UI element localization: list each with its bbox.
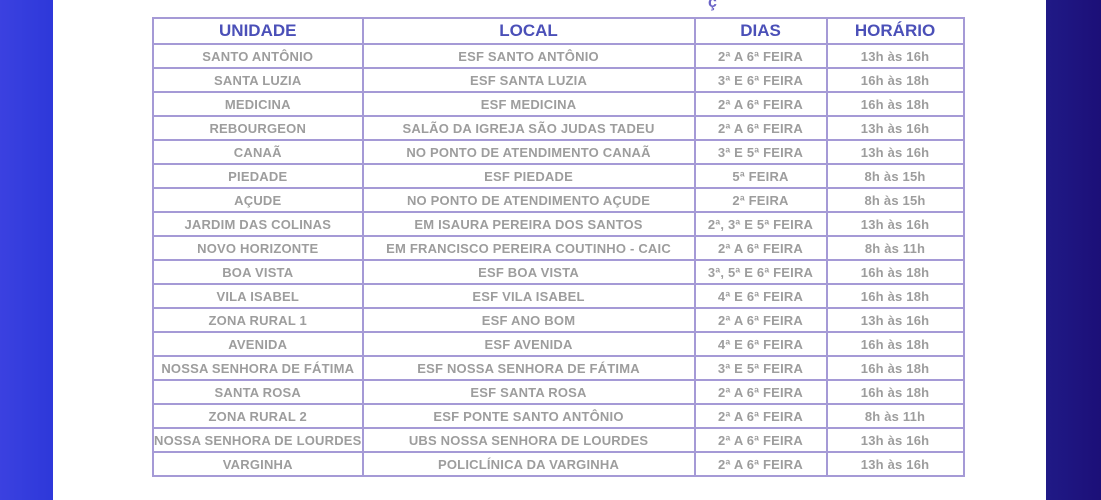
- cell-dias: 2ª A 6ª FEIRA: [693, 235, 828, 261]
- cell-local: ESF SANTA LUZIA: [361, 67, 696, 93]
- cell-local: POLICLÍNICA DA VARGINHA: [361, 451, 696, 477]
- schedule-table: UNIDADE LOCAL DIAS HORÁRIO SANTO ANTÔNIO…: [152, 17, 965, 477]
- table-row: VILA ISABEL ESF VILA ISABEL 4ª E 6ª FEIRA 1…: [152, 283, 965, 309]
- cell-dias: 3ª E 5ª FEIRA: [693, 139, 828, 165]
- cell-unidade: NOVO HORIZONTE: [152, 235, 364, 261]
- cell-unidade: SANTA LUZIA: [152, 67, 364, 93]
- cell-dias: 3ª, 5ª E 6ª FEIRA: [693, 259, 828, 285]
- cell-horario: 13h às 16h: [825, 451, 965, 477]
- cell-dias: 2ª A 6ª FEIRA: [693, 379, 828, 405]
- cell-horario: 8h às 15h: [825, 187, 965, 213]
- column-header-horario: HORÁRIO: [825, 17, 965, 45]
- cell-local: ESF ANO BOM: [361, 307, 696, 333]
- table-row: SANTO ANTÔNIO ESF SANTO ANTÔNIO 2ª A 6ª FE…: [152, 43, 965, 69]
- cell-local: ESF MEDICINA: [361, 91, 696, 117]
- table-row: AVENIDA ESF AVENIDA 4ª E 6ª FEIRA 16h às 18…: [152, 331, 965, 357]
- cell-local: ESF VILA ISABEL: [361, 283, 696, 309]
- cell-local: ESF PONTE SANTO ANTÔNIO: [361, 403, 696, 429]
- cell-unidade: VARGINHA: [152, 451, 364, 477]
- cell-local: ESF SANTA ROSA: [361, 379, 696, 405]
- cell-local: SALÃO DA IGREJA SÃO JUDAS TADEU: [361, 115, 696, 141]
- table-row: BOA VISTA ESF BOA VISTA 3ª, 5ª E 6ª FEIRA 1…: [152, 259, 965, 285]
- cell-unidade: MEDICINA: [152, 91, 364, 117]
- cell-unidade: SANTO ANTÔNIO: [152, 43, 364, 69]
- cell-unidade: ZONA RURAL 2: [152, 403, 364, 429]
- cell-dias: 4ª E 6ª FEIRA: [693, 283, 828, 309]
- cell-dias: 2ª A 6ª FEIRA: [693, 115, 828, 141]
- cell-unidade: VILA ISABEL: [152, 283, 364, 309]
- table-row: AÇUDE NO PONTO DE ATENDIMENTO AÇUDE 2ª FEI…: [152, 187, 965, 213]
- cell-horario: 16h às 18h: [825, 379, 965, 405]
- table-row: CANAÃ NO PONTO DE ATENDIMENTO CANAÃ 3ª E 5…: [152, 139, 965, 165]
- table-row: JARDIM DAS COLINAS EM ISAURA PEREIRA DOS …: [152, 211, 965, 237]
- cell-dias: 2ª A 6ª FEIRA: [693, 91, 828, 117]
- column-header-dias: DIAS: [693, 17, 828, 45]
- cell-horario: 13h às 16h: [825, 139, 965, 165]
- cell-unidade: AVENIDA: [152, 331, 364, 357]
- cell-horario: 13h às 16h: [825, 43, 965, 69]
- cell-horario: 16h às 18h: [825, 331, 965, 357]
- table-row: ZONA RURAL 1 ESF ANO BOM 2ª A 6ª FEIRA 13h …: [152, 307, 965, 333]
- table-row: NOVO HORIZONTE EM FRANCISCO PEREIRA COUTI…: [152, 235, 965, 261]
- column-header-unidade: UNIDADE: [152, 17, 364, 45]
- cell-unidade: NOSSA SENHORA DE LOURDES: [152, 427, 364, 453]
- cell-dias: 2ª A 6ª FEIRA: [693, 403, 828, 429]
- cell-local: EM FRANCISCO PEREIRA COUTINHO - CAIC: [361, 235, 696, 261]
- cell-horario: 16h às 18h: [825, 355, 965, 381]
- table-header-row: UNIDADE LOCAL DIAS HORÁRIO: [152, 17, 965, 45]
- cell-unidade: ZONA RURAL 1: [152, 307, 364, 333]
- cell-dias: 5ª FEIRA: [693, 163, 828, 189]
- cell-dias: 3ª E 5ª FEIRA: [693, 355, 828, 381]
- cell-horario: 8h às 15h: [825, 163, 965, 189]
- table-row: SANTA ROSA ESF SANTA ROSA 2ª A 6ª FEIRA 16h…: [152, 379, 965, 405]
- cell-horario: 13h às 16h: [825, 307, 965, 333]
- cell-dias: 2ª A 6ª FEIRA: [693, 427, 828, 453]
- cell-dias: 2ª, 3ª E 5ª FEIRA: [693, 211, 828, 237]
- cell-horario: 16h às 18h: [825, 91, 965, 117]
- cell-dias: 2ª A 6ª FEIRA: [693, 451, 828, 477]
- table-row: NOSSA SENHORA DE LOURDES UBS NOSSA SENHOR…: [152, 427, 965, 453]
- cell-dias: 2ª A 6ª FEIRA: [693, 307, 828, 333]
- cell-horario: 13h às 16h: [825, 115, 965, 141]
- table-row: VARGINHA POLICLÍNICA DA VARGINHA 2ª A 6ª F…: [152, 451, 965, 477]
- cell-local: ESF NOSSA SENHORA DE FÁTIMA: [361, 355, 696, 381]
- table-row: NOSSA SENHORA DE FÁTIMA ESF NOSSA SENHORA…: [152, 355, 965, 381]
- cell-local: ESF AVENIDA: [361, 331, 696, 357]
- cell-local: ESF SANTO ANTÔNIO: [361, 43, 696, 69]
- cell-unidade: NOSSA SENHORA DE FÁTIMA: [152, 355, 364, 381]
- cell-horario: 13h às 16h: [825, 427, 965, 453]
- cell-unidade: AÇUDE: [152, 187, 364, 213]
- cell-unidade: JARDIM DAS COLINAS: [152, 211, 364, 237]
- table-row: REBOURGEON SALÃO DA IGREJA SÃO JUDAS TADE…: [152, 115, 965, 141]
- cell-unidade: CANAÃ: [152, 139, 364, 165]
- cell-local: ESF BOA VISTA: [361, 259, 696, 285]
- cell-horario: 16h às 18h: [825, 259, 965, 285]
- cell-dias: 4ª E 6ª FEIRA: [693, 331, 828, 357]
- cell-local: ESF PIEDADE: [361, 163, 696, 189]
- cell-unidade: BOA VISTA: [152, 259, 364, 285]
- cell-local: NO PONTO DE ATENDIMENTO CANAÃ: [361, 139, 696, 165]
- table-row: ZONA RURAL 2 ESF PONTE SANTO ANTÔNIO 2ª A …: [152, 403, 965, 429]
- cell-horario: 13h às 16h: [825, 211, 965, 237]
- cell-dias: 2ª A 6ª FEIRA: [693, 43, 828, 69]
- cell-local: EM ISAURA PEREIRA DOS SANTOS: [361, 211, 696, 237]
- cell-dias: 2ª FEIRA: [693, 187, 828, 213]
- column-header-local: LOCAL: [361, 17, 696, 45]
- cell-horario: 8h às 11h: [825, 403, 965, 429]
- cell-unidade: REBOURGEON: [152, 115, 364, 141]
- cell-horario: 16h às 18h: [825, 67, 965, 93]
- table-row: SANTA LUZIA ESF SANTA LUZIA 3ª E 6ª FEIRA 1…: [152, 67, 965, 93]
- cell-unidade: SANTA ROSA: [152, 379, 364, 405]
- cell-unidade: PIEDADE: [152, 163, 364, 189]
- cell-horario: 16h às 18h: [825, 283, 965, 309]
- cell-horario: 8h às 11h: [825, 235, 965, 261]
- cell-dias: 3ª E 6ª FEIRA: [693, 67, 828, 93]
- cell-local: UBS NOSSA SENHORA DE LOURDES: [361, 427, 696, 453]
- title-fragment-decoration: ç: [708, 0, 718, 11]
- cell-local: NO PONTO DE ATENDIMENTO AÇUDE: [361, 187, 696, 213]
- table-row: PIEDADE ESF PIEDADE 5ª FEIRA 8h às 15h: [152, 163, 965, 189]
- table-row: MEDICINA ESF MEDICINA 2ª A 6ª FEIRA 16h às …: [152, 91, 965, 117]
